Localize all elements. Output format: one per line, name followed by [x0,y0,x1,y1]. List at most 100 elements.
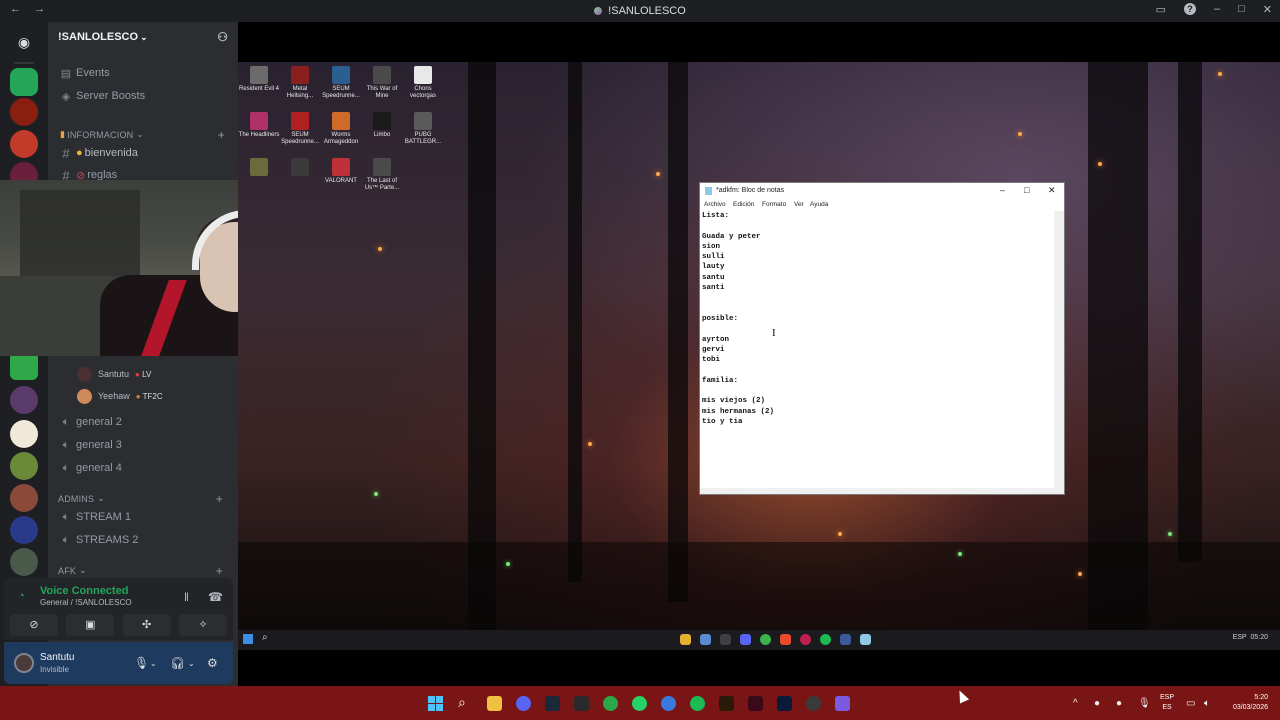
noise-suppression-icon[interactable]: ‖ [184,590,189,604]
desktop-shortcut[interactable]: The Last of Us™ Parte... [361,158,403,192]
network-icon[interactable]: ▭ [1186,698,1195,709]
category-informacion[interactable]: ▮ INFORMACION ⌄ + [60,128,235,142]
voice-user[interactable]: Yeehaw ● TF2C [77,386,163,406]
notepad-text-area[interactable]: Lista: Guada y peter sion sulli lauty sa… [702,211,1054,489]
desktop-shortcut[interactable]: This War of Mine [361,66,403,100]
disconnect-icon[interactable]: ☎ [208,590,223,604]
brave-icon[interactable] [780,634,791,645]
chevron-down-icon[interactable]: ⌄ [188,659,195,668]
desktop-shortcut[interactable]: Chons vectorgas [402,66,444,100]
app-icon[interactable] [835,696,850,711]
tray-app-icon[interactable]: ● [1116,698,1122,709]
inbox-icon[interactable]: ▭ [1156,3,1166,16]
language-indicator[interactable]: ESP ES [1160,693,1174,713]
maximize-button[interactable]: □ [1238,3,1245,16]
username[interactable]: Santutu [40,652,74,663]
indesign-icon[interactable] [748,696,763,711]
voice-user[interactable]: Santutu ● LV [77,364,151,384]
avatar[interactable] [14,653,34,673]
desktop-shortcut[interactable] [238,158,280,178]
notepad-titlebar[interactable]: *adkfm: Bloc de notas – □ ✕ [700,183,1064,199]
voice-channel-general-2[interactable]: 🔈︎ general 2 [58,412,233,432]
voice-status[interactable]: Voice Connected [40,585,128,597]
app-icon[interactable] [800,634,811,645]
app-icon[interactable] [661,696,676,711]
desktop-shortcut[interactable]: PUBG BATTLEGR... [402,112,444,146]
search-icon[interactable]: ⌕ [262,632,268,643]
app-icon[interactable] [840,634,851,645]
server-icon[interactable] [10,516,38,544]
windows-start-icon[interactable] [428,696,443,711]
server-icon[interactable] [10,386,38,414]
horizontal-scrollbar[interactable] [700,488,1064,494]
desktop-shortcut[interactable]: SEUM Speedrunne... [279,112,321,146]
clock[interactable]: 5:20 03/03/2026 [1224,693,1268,713]
menu-ver[interactable]: Ver [794,201,804,208]
gear-icon[interactable]: ⚙ [207,656,218,670]
invite-people-icon[interactable]: ⚇ [217,30,228,44]
discord-icon[interactable] [516,696,531,711]
file-explorer-icon[interactable] [487,696,502,711]
desktop-shortcut[interactable]: Limbo [361,112,403,139]
channel-bienvenida[interactable]: # ● bienvenida [58,143,233,163]
maximize-button[interactable]: □ [1024,185,1029,195]
search-icon[interactable]: ⌕ [458,694,466,711]
server-icon[interactable] [10,352,38,380]
menu-edicion[interactable]: Edición [733,201,754,208]
chevron-down-icon[interactable]: ⌄ [150,659,157,668]
screen-share-button[interactable]: ▣ [66,614,115,636]
explorer-icon[interactable] [680,634,691,645]
events-item[interactable]: ▤ Events [58,63,233,83]
close-button[interactable]: ✕ [1048,185,1056,196]
add-channel-button[interactable]: + [216,492,223,506]
add-channel-button[interactable]: + [216,564,223,578]
chrome-icon[interactable] [603,696,618,711]
server-icon[interactable] [10,130,38,158]
desktop-shortcut[interactable] [279,158,321,178]
desktop-shortcut[interactable]: VALORANT [320,158,362,185]
server-icon[interactable] [10,484,38,512]
voice-channel-general-3[interactable]: 🔈︎ general 3 [58,435,233,455]
desktop-shortcut[interactable]: Worms Armageddon [320,112,362,146]
illustrator-icon[interactable] [719,696,734,711]
settings-icon[interactable] [720,634,731,645]
steam-icon[interactable] [545,696,560,711]
tray-app-icon[interactable]: ● [1094,698,1100,709]
discord-home-icon[interactable]: ◉ [10,28,38,56]
microphone-tray-icon[interactable]: 🎙︎ [1138,698,1151,709]
server-header[interactable]: !SANLOLESCO ⌄ ⚇ [48,22,238,54]
menu-formato[interactable]: Formato [762,201,786,208]
microphone-icon[interactable]: 🎙︎ [134,656,149,670]
help-icon[interactable]: ? [1184,3,1196,15]
notepad-taskbar-icon[interactable] [860,634,871,645]
whatsapp-icon[interactable] [632,696,647,711]
category-admins[interactable]: ADMINS ⌄ + [58,492,233,506]
menu-archivo[interactable]: Archivo [704,201,726,208]
headphones-icon[interactable]: 🎧︎ [170,656,185,670]
server-icon-active[interactable] [10,68,38,96]
server-icon[interactable] [10,98,38,126]
camera-off-button[interactable]: ⊘ [10,614,58,636]
voice-location[interactable]: General / !SANLOLESCO [40,598,132,607]
vertical-scrollbar[interactable] [1054,211,1064,489]
activities-button[interactable]: ✣ [122,614,171,636]
discord-icon[interactable] [740,634,751,645]
show-hidden-icons-button[interactable]: ^ [1073,698,1078,709]
photoshop-icon[interactable] [777,696,792,711]
server-icon[interactable] [10,420,38,448]
spotify-icon[interactable] [820,634,831,645]
steam-icon[interactable] [700,634,711,645]
chrome-icon[interactable] [760,634,771,645]
server-icon[interactable] [10,452,38,480]
server-icon[interactable] [10,548,38,576]
voice-channel-general-4[interactable]: 🔈︎ general 4 [58,458,233,478]
desktop-shortcut[interactable]: The Headliners [238,112,280,139]
close-button[interactable]: ✕ [1263,3,1272,16]
soundboard-button[interactable]: ✧ [178,614,227,636]
spotify-icon[interactable] [690,696,705,711]
category-afk[interactable]: AFK ⌄ + [58,564,233,578]
desktop-shortcut[interactable]: SEUM Speedrunne... [320,66,362,100]
voice-channel-streams-2[interactable]: 🔈︎ STREAMS 2 [58,530,233,550]
voice-channel-stream-1[interactable]: 🔈︎ STREAM 1 [58,507,233,527]
minimize-button[interactable]: – [1000,185,1005,195]
